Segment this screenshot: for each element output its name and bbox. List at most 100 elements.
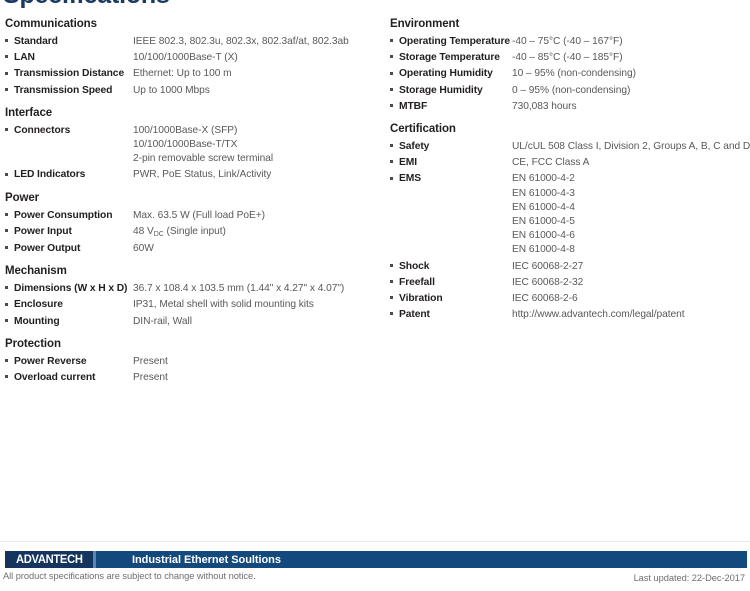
spec-row: Transmission Speed Up to 1000 Mbps <box>5 82 380 98</box>
bullet-square-icon <box>5 280 14 295</box>
spec-value-cell: UL/cUL 508 Class I, Division 2, Groups A… <box>512 138 750 154</box>
spec-label-cell: Shock <box>399 258 512 274</box>
spec-label: Storage Humidity <box>399 84 483 96</box>
bullet-square-icon <box>5 49 14 64</box>
spec-row: EMS EN 61000-4-2 <box>390 170 748 186</box>
spec-value: IP31, Metal shell with solid mounting ki… <box>133 299 314 311</box>
spec-label-cell: Power Consumption <box>14 207 133 223</box>
spec-value: 10 – 95% (non-condensing) <box>512 68 636 80</box>
spec-value-cell: EN 61000-4-2 <box>512 170 575 186</box>
spec-label: Power Output <box>14 243 81 255</box>
bullet-square-icon <box>390 98 399 113</box>
spec-value-cell: Present <box>133 353 168 369</box>
bullet-square-icon <box>390 49 399 64</box>
spec-section-mechanism: Mechanism Dimensions (W x H x D) 36.7 x 10… <box>5 265 380 329</box>
spec-row: LED Indicators PWR, PoE Status, Link/Acti… <box>5 166 380 182</box>
spec-value: 2-pin removable screw terminal <box>133 153 274 165</box>
spec-row: MTBF 730,083 hours <box>390 98 748 114</box>
spec-value-cell: 10 – 95% (non-condensing) <box>512 65 636 81</box>
spec-value: EN 61000-4-4 <box>512 201 575 213</box>
spec-value: 100/1000Base-X (SFP) <box>133 124 238 136</box>
spec-label-cell: Vibration <box>399 290 512 306</box>
spec-row: LAN 10/100/1000Base-T (X) <box>5 49 380 65</box>
advantech-logo: ADVANTECH <box>5 551 93 568</box>
spec-row: Shock IEC 60068-2-27 <box>390 258 748 274</box>
spec-label-cell: Power Output <box>14 240 133 256</box>
spec-value-cell: 730,083 hours <box>512 98 577 114</box>
bullet-square-icon <box>5 122 14 137</box>
spec-label-cell: Standard <box>14 33 133 49</box>
spec-value: Ethernet: Up to 100 m <box>133 68 232 80</box>
spec-label: Vibration <box>399 293 443 305</box>
spec-label-cell: Freefall <box>399 274 512 290</box>
spec-label-cell: Operating Humidity <box>399 65 512 81</box>
spec-value: EN 61000-4-3 <box>512 187 575 199</box>
spec-label-cell: EMI <box>399 154 512 170</box>
spec-value-continuation: EN 61000-4-4 <box>390 201 748 215</box>
spec-value-cell: CE, FCC Class A <box>512 154 589 170</box>
spec-value-cell: Present <box>133 369 168 385</box>
spec-row: Vibration IEC 60068-2-6 <box>390 290 748 306</box>
logo-separator-icon <box>93 551 96 568</box>
bullet-square-icon <box>5 296 14 311</box>
spec-label: Operating Temperature <box>399 36 510 47</box>
spec-label-cell: Dimensions (W x H x D) <box>14 280 133 296</box>
spec-label-cell: LED Indicators <box>14 166 133 182</box>
spec-value: UL/cUL 508 Class I, Division 2, Groups A… <box>512 141 750 153</box>
bullet-square-icon <box>5 369 14 384</box>
bullet-square-icon <box>5 223 14 238</box>
spec-value-cell: Up to 1000 Mbps <box>133 82 210 98</box>
spec-value-cell: DIN-rail, Wall <box>133 313 192 329</box>
spec-value-cell: IEC 60068-2-32 <box>512 274 583 290</box>
spec-value: 48 VDC (Single input) <box>133 225 226 238</box>
spec-label-cell: Storage Humidity <box>399 82 512 98</box>
spec-row: Power Reverse Present <box>5 353 380 369</box>
spec-label: EMS <box>399 173 422 185</box>
spec-label-cell: LAN <box>14 49 133 65</box>
spec-label: Power Consumption <box>14 209 113 221</box>
spec-value: Present <box>133 372 168 384</box>
spec-label-cell: Safety <box>399 138 512 154</box>
spec-value: DIN-rail, Wall <box>133 315 192 327</box>
spec-value-continuation: EN 61000-4-3 <box>390 187 748 201</box>
spec-value: 10/100/1000Base-T/TX <box>133 139 238 151</box>
spec-label: Standard <box>14 36 58 47</box>
spec-value: 10/100/1000Base-T (X) <box>133 52 238 64</box>
bullet-square-icon <box>390 82 399 97</box>
spec-value-cell: -40 – 75°C (-40 – 167°F) <box>512 33 623 49</box>
spec-row: Enclosure IP31, Metal shell with solid mo… <box>5 296 380 312</box>
spec-label-cell: Transmission Distance <box>14 65 133 81</box>
spec-value-cell: 0 – 95% (non-condensing) <box>512 82 630 98</box>
bullet-square-icon <box>5 65 14 80</box>
spec-value: http://www.advantech.com/legal/patent <box>512 309 685 321</box>
spec-label-cell: Operating Temperature <box>399 33 512 49</box>
spec-value-cell: Max. 63.5 W (Full load PoE+) <box>133 207 265 223</box>
spec-label-cell: MTBF <box>399 98 512 114</box>
spec-label: Operating Humidity <box>399 68 493 80</box>
spec-section-certification: Certification Safety UL/cUL 508 Class I, D… <box>390 123 750 322</box>
section-title-power: Power <box>5 191 40 204</box>
spec-label: Overload current <box>14 372 96 384</box>
spec-value: CE, FCC Class A <box>512 157 590 169</box>
spec-row: Power Input 48 VDC (Single input) <box>5 223 380 240</box>
section-title-communications: Communications <box>5 18 97 30</box>
footer-divider <box>0 541 750 542</box>
spec-value-cell: IP31, Metal shell with solid mounting ki… <box>133 296 314 312</box>
spec-value: IEC 60068-2-27 <box>512 260 584 272</box>
bullet-square-icon <box>5 33 14 48</box>
spec-row: Standard IEEE 802.3, 802.3u, 802.3x, 802.… <box>5 33 380 49</box>
spec-label-cell: Connectors <box>14 122 133 138</box>
spec-label: EMI <box>399 157 418 169</box>
spec-row: Safety UL/cUL 508 Class I, Division 2, Gr… <box>390 138 750 154</box>
bullet-square-icon <box>390 33 399 48</box>
spec-label-cell: Transmission Speed <box>14 82 133 98</box>
spec-label: Transmission Distance <box>14 68 125 80</box>
bullet-square-icon <box>390 170 399 185</box>
footer-last-updated: Last updated: 22-Dec-2017 <box>633 573 745 583</box>
spec-row: Storage Humidity 0 – 95% (non-condensing) <box>390 82 748 98</box>
spec-row: Power Output 60W <box>5 240 380 256</box>
